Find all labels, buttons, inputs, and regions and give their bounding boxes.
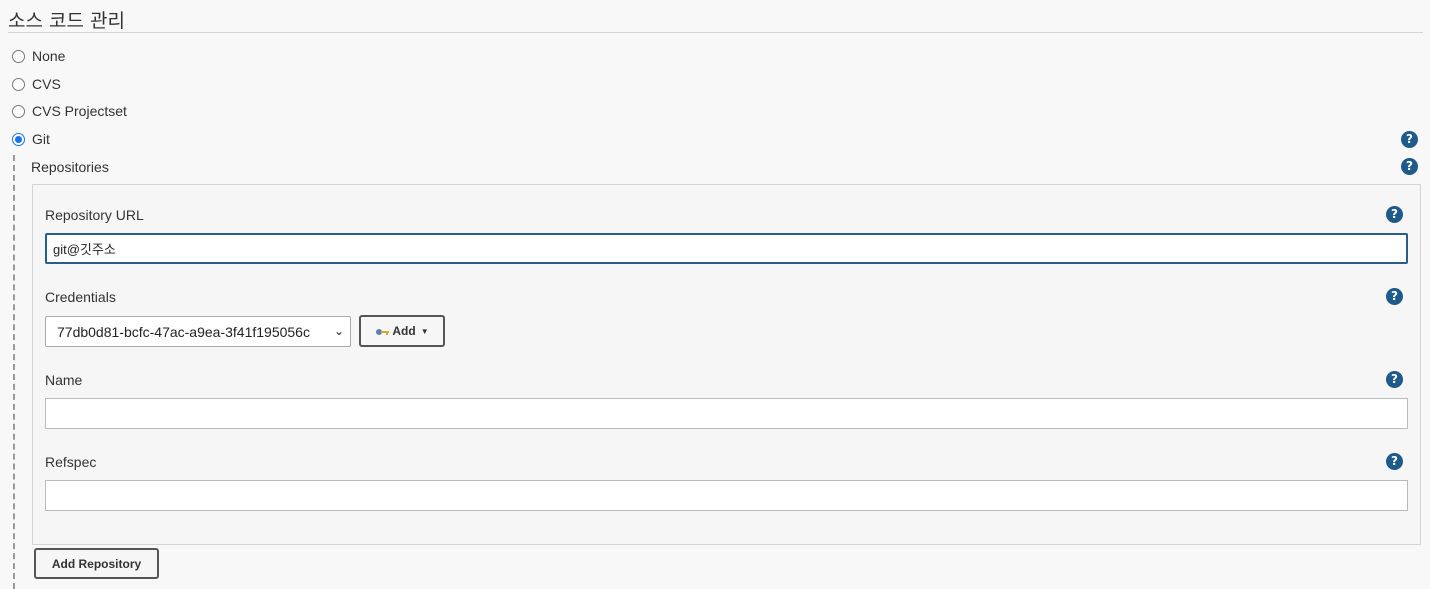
- key-icon: [375, 326, 390, 336]
- help-icon[interactable]: ?: [1401, 131, 1418, 148]
- scm-option-label: CVS: [32, 76, 61, 92]
- caret-down-icon: ▼: [420, 326, 429, 336]
- scm-option-label: CVS Projectset: [32, 103, 127, 119]
- help-icon[interactable]: ?: [1386, 288, 1403, 305]
- help-icon[interactable]: ?: [1386, 371, 1403, 388]
- scm-option-git[interactable]: Git: [12, 130, 50, 148]
- credentials-selected-value: 77db0d81-bcfc-47ac-a9ea-3f41f195056c: [57, 323, 310, 340]
- credentials-select[interactable]: 77db0d81-bcfc-47ac-a9ea-3f41f195056c ⌄: [45, 316, 351, 347]
- add-button-label: Add: [392, 324, 416, 338]
- scm-option-cvs-projectset[interactable]: CVS Projectset: [12, 102, 127, 120]
- add-credentials-button[interactable]: Add ▼: [359, 315, 445, 347]
- repository-url-input[interactable]: [45, 233, 1408, 264]
- refspec-label: Refspec: [45, 454, 97, 470]
- scm-option-cvs[interactable]: CVS: [12, 75, 61, 93]
- credentials-label: Credentials: [45, 289, 116, 305]
- radio-cvs[interactable]: [12, 77, 25, 91]
- repository-url-label: Repository URL: [45, 207, 144, 223]
- help-icon[interactable]: ?: [1401, 158, 1418, 175]
- radio-git[interactable]: [12, 132, 25, 146]
- radio-none[interactable]: [12, 49, 25, 63]
- scm-option-label: None: [32, 48, 66, 64]
- name-input[interactable]: [45, 398, 1408, 429]
- section-title: 소스 코드 관리: [8, 10, 125, 32]
- repositories-label: Repositories: [31, 159, 109, 175]
- scm-option-none[interactable]: None: [12, 47, 65, 65]
- help-icon[interactable]: ?: [1386, 453, 1403, 470]
- scm-option-label: Git: [32, 131, 50, 147]
- help-icon[interactable]: ?: [1386, 206, 1403, 223]
- chevron-down-icon: ⌄: [333, 324, 344, 338]
- add-repository-button[interactable]: Add Repository: [34, 548, 159, 579]
- radio-cvs-projectset[interactable]: [12, 104, 25, 118]
- refspec-input[interactable]: [45, 480, 1408, 511]
- git-section-indent-line: [13, 155, 15, 589]
- section-divider: [8, 32, 1423, 33]
- name-label: Name: [45, 372, 83, 388]
